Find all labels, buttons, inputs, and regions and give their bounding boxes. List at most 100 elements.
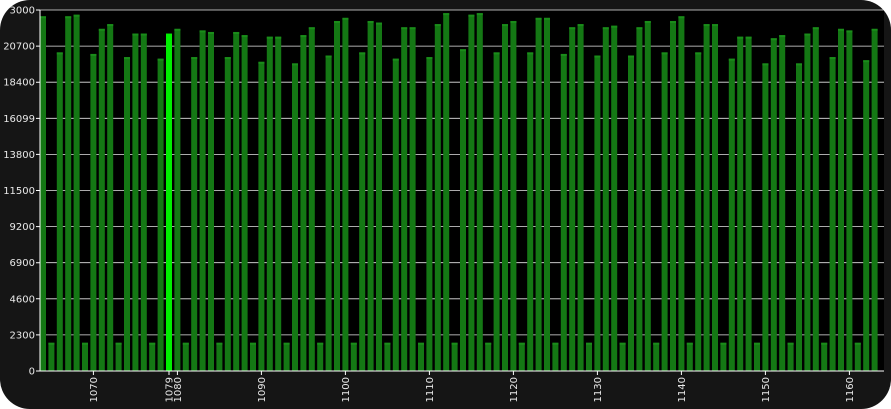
- x-tick-label: 1090: [257, 377, 268, 402]
- bar: [594, 55, 601, 371]
- bar: [754, 342, 760, 371]
- bar: [502, 24, 508, 371]
- bar: [426, 57, 433, 372]
- bar-cap: [460, 49, 466, 52]
- bar-cap: [854, 342, 861, 345]
- bar-cap: [485, 342, 492, 345]
- bar-cap: [712, 24, 718, 27]
- bar-cap: [678, 16, 685, 19]
- bar: [317, 342, 324, 371]
- x-axis-ticks: 1070 10791080 1090 1100 1110 1120 1130 1140 1150…: [89, 371, 856, 402]
- bar: [418, 342, 424, 371]
- bar-cap: [56, 52, 63, 55]
- bar: [409, 27, 416, 371]
- chart-panel: 0 2300 4600 6900 9200 11500 13800 16099 18400 207…: [0, 0, 891, 409]
- bar-cap: [586, 342, 592, 345]
- y-tick-label: 3000: [10, 6, 35, 17]
- bar-cap: [132, 33, 139, 36]
- bar-cap: [409, 27, 416, 30]
- y-tick-label: 16099: [3, 114, 35, 125]
- bar: [518, 342, 525, 371]
- bar-cap: [376, 22, 382, 25]
- bar-cap: [308, 27, 315, 30]
- bar: [90, 53, 97, 372]
- bar-cap: [283, 342, 290, 345]
- bar-cap: [518, 342, 525, 345]
- bar: [233, 31, 240, 372]
- bar-highlighted: [166, 33, 172, 371]
- x-tick-label: 1130: [593, 377, 604, 402]
- bar: [65, 16, 72, 372]
- bar: [577, 24, 584, 371]
- bar-cap: [787, 342, 794, 345]
- bar: [157, 58, 164, 371]
- bar: [720, 342, 727, 371]
- bar: [670, 20, 676, 371]
- bar-cap: [98, 28, 105, 31]
- bar-cap: [140, 33, 147, 36]
- bar-cap: [367, 20, 374, 23]
- bar: [216, 342, 223, 371]
- bar: [115, 342, 122, 371]
- bar: [40, 16, 46, 372]
- bar-cap: [191, 57, 198, 60]
- bar-cap: [250, 342, 256, 345]
- bar: [56, 52, 63, 371]
- bar-cap: [611, 25, 618, 28]
- bar-cap: [838, 28, 844, 31]
- x-tick-label: 1120: [509, 377, 520, 402]
- bar-cap: [636, 27, 643, 30]
- bar-cap: [40, 16, 46, 19]
- bar-cap: [384, 342, 391, 345]
- bar: [334, 20, 340, 371]
- bar-cap: [644, 20, 651, 23]
- bar: [770, 38, 777, 372]
- bar: [149, 342, 156, 371]
- bar: [812, 27, 819, 371]
- bar: [552, 342, 559, 371]
- bar: [292, 63, 298, 371]
- bar: [275, 36, 282, 371]
- bar: [82, 342, 88, 371]
- bar-cap: [594, 55, 601, 58]
- bar: [737, 36, 744, 371]
- bar-cap: [359, 52, 366, 55]
- bar-cap: [602, 27, 609, 30]
- bar-cap: [812, 27, 819, 30]
- y-tick-label: 2300: [10, 330, 35, 341]
- bar-cap: [115, 342, 122, 345]
- bar: [871, 28, 878, 372]
- bar: [460, 49, 466, 371]
- bar-cap: [829, 57, 836, 60]
- bar: [98, 28, 105, 372]
- bar-cap: [653, 342, 660, 345]
- bar: [586, 342, 592, 371]
- bar-cap: [703, 24, 710, 27]
- bar-cap: [73, 14, 80, 17]
- bar: [821, 342, 828, 371]
- bar-cap: [779, 35, 786, 38]
- bar-cap: [863, 60, 870, 63]
- bar: [191, 57, 198, 372]
- bar: [250, 342, 256, 371]
- bar: [376, 22, 382, 372]
- x-tick-label: 1110: [425, 377, 436, 402]
- bar-cap: [560, 53, 567, 56]
- x-tick-label: 1150: [761, 377, 772, 402]
- bar-cap: [208, 31, 214, 34]
- bar-cap: [124, 57, 130, 60]
- y-tick-label: 6900: [10, 258, 35, 269]
- bar: [653, 342, 660, 371]
- bar: [325, 55, 332, 371]
- bar: [342, 17, 349, 371]
- bar: [300, 35, 307, 372]
- bar-cap: [745, 36, 752, 39]
- bar-cap: [846, 30, 853, 33]
- bar-cap: [737, 36, 744, 39]
- bar: [140, 33, 147, 371]
- bar: [712, 24, 718, 371]
- bar: [569, 27, 576, 371]
- bar-cap: [804, 33, 811, 36]
- bar: [628, 55, 634, 371]
- bar: [678, 16, 685, 372]
